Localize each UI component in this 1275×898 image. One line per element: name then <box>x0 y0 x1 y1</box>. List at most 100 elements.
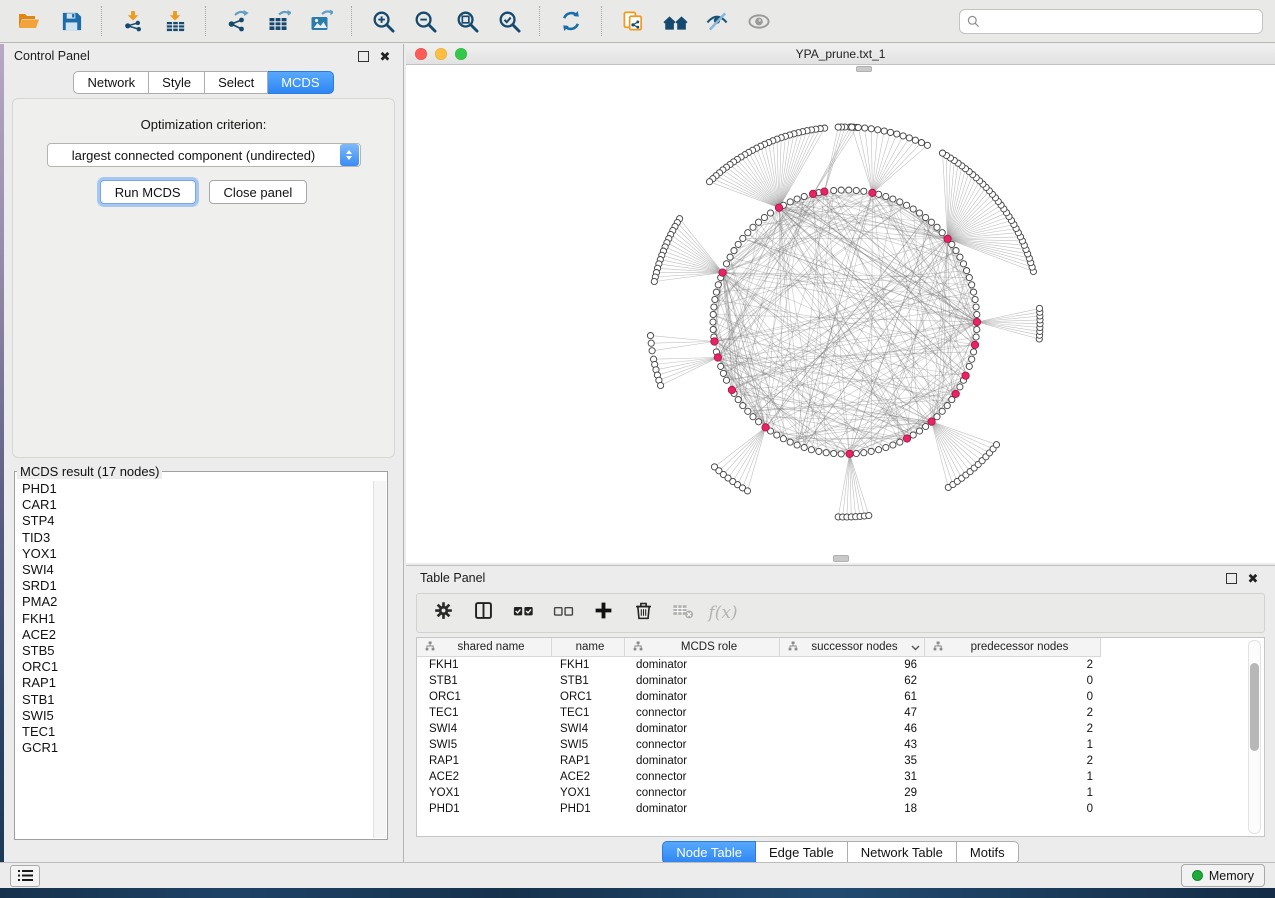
mcds-result-item[interactable]: TID3 <box>22 530 373 546</box>
criterion-dropdown[interactable]: largest connected component (undirected) <box>47 143 361 167</box>
mcds-result-item[interactable]: YOX1 <box>22 546 373 562</box>
zoom-fit-button[interactable] <box>449 4 485 38</box>
node-table[interactable]: shared name name MCDS role successor nodes p… <box>416 637 1265 837</box>
table-tab-network-table[interactable]: Network Table <box>848 841 957 864</box>
mcds-result-item[interactable]: TEC1 <box>22 724 373 740</box>
cell-successors: 43 <box>780 739 925 751</box>
add-column-button[interactable] <box>587 598 619 628</box>
cell-role: connector <box>625 771 780 783</box>
cell-name: YOX1 <box>552 787 625 799</box>
result-scrollbar[interactable] <box>373 481 386 838</box>
table-row[interactable]: SWI4SWI4dominator462 <box>417 721 1264 737</box>
control-panel: Control Panel ✖ NetworkStyleSelectMCDS O… <box>4 44 404 862</box>
column-header-successor-nodes[interactable]: successor nodes <box>780 638 925 656</box>
open-folder-button[interactable] <box>11 4 47 38</box>
table-scrollbar[interactable] <box>1248 640 1261 834</box>
table-row[interactable]: ACE2ACE2connector311 <box>417 769 1264 785</box>
mcds-result-item[interactable]: STB1 <box>22 692 373 708</box>
cell-role: dominator <box>625 675 780 687</box>
cell-predecessors: 2 <box>925 707 1101 719</box>
import-network-button[interactable] <box>115 4 151 38</box>
export-image-button[interactable] <box>303 4 339 38</box>
gear-button[interactable] <box>427 598 459 628</box>
zoom-fit-icon <box>456 10 479 33</box>
column-header-predecessor-nodes[interactable]: predecessor nodes <box>925 638 1101 656</box>
table-row[interactable]: RAP1RAP1dominator352 <box>417 753 1264 769</box>
close-panel-button[interactable]: ✖ <box>377 48 393 64</box>
table-tab-node-table[interactable]: Node Table <box>662 841 756 864</box>
column-header-label: name <box>560 641 620 653</box>
close-panel-action-button[interactable]: Close panel <box>209 180 308 204</box>
task-history-button[interactable] <box>10 865 40 887</box>
mcds-result-item[interactable]: ACE2 <box>22 627 373 643</box>
cell-role: dominator <box>625 755 780 767</box>
network-graph[interactable] <box>406 65 1275 563</box>
mcds-result-item[interactable]: SWI4 <box>22 562 373 578</box>
mcds-result-item[interactable]: RAP1 <box>22 675 373 691</box>
cell-shared_name: STB1 <box>417 675 552 687</box>
clone-network-button[interactable] <box>615 4 651 38</box>
tab-network[interactable]: Network <box>73 71 149 94</box>
mcds-result-item[interactable]: CAR1 <box>22 497 373 513</box>
cell-shared_name: ORC1 <box>417 691 552 703</box>
search-input[interactable] <box>985 13 1255 29</box>
table-row[interactable]: STB1STB1dominator620 <box>417 673 1264 689</box>
float-table-panel-button[interactable] <box>1223 570 1239 586</box>
mcds-result-item[interactable]: SRD1 <box>22 578 373 594</box>
export-network-button[interactable] <box>219 4 255 38</box>
float-panel-button[interactable] <box>355 48 371 64</box>
mcds-result-item[interactable]: GCR1 <box>22 740 373 756</box>
show-all-button[interactable] <box>741 4 777 38</box>
table-row[interactable]: ORC1ORC1dominator610 <box>417 689 1264 705</box>
refresh-view-button[interactable] <box>553 4 589 38</box>
column-header-name[interactable]: name <box>552 638 625 656</box>
table-row[interactable]: SWI5SWI5connector431 <box>417 737 1264 753</box>
column-header-label: successor nodes <box>798 641 911 653</box>
mcds-result-item[interactable]: ORC1 <box>22 659 373 675</box>
table-row[interactable]: YOX1YOX1connector291 <box>417 785 1264 801</box>
table-row[interactable]: FKH1FKH1dominator962 <box>417 657 1264 673</box>
tab-style[interactable]: Style <box>149 71 205 94</box>
delete-column-button[interactable] <box>627 598 659 628</box>
column-header-label: shared name <box>435 641 547 653</box>
export-table-button[interactable] <box>261 4 297 38</box>
table-row[interactable]: PHD1PHD1dominator180 <box>417 801 1264 817</box>
column-header-shared-name[interactable]: shared name <box>417 638 552 656</box>
hide-selected-button[interactable] <box>699 4 735 38</box>
column-header-MCDS-role[interactable]: MCDS role <box>625 638 780 656</box>
zoom-in-button[interactable] <box>365 4 401 38</box>
splitter-grip[interactable] <box>833 555 849 562</box>
mcds-result-item[interactable]: PMA2 <box>22 594 373 610</box>
zoom-out-icon <box>414 10 437 33</box>
network-canvas[interactable] <box>406 65 1275 563</box>
search-box[interactable] <box>959 9 1263 34</box>
mcds-result-list[interactable]: PHD1CAR1STP4TID3YOX1SWI4SRD1PMA2FKH1ACE2… <box>15 481 373 839</box>
table-scrollbar-thumb[interactable] <box>1250 663 1259 751</box>
tab-mcds[interactable]: MCDS <box>268 71 333 94</box>
mcds-result-item[interactable]: FKH1 <box>22 611 373 627</box>
first-neighbors-button[interactable] <box>657 4 693 38</box>
desktop-wallpaper-bottom <box>0 888 1275 898</box>
table-tab-motifs[interactable]: Motifs <box>957 841 1019 864</box>
import-table-button[interactable] <box>157 4 193 38</box>
tab-select[interactable]: Select <box>205 71 268 94</box>
mcds-result-item[interactable]: STB5 <box>22 643 373 659</box>
cell-successors: 29 <box>780 787 925 799</box>
column-type-icon <box>933 638 943 656</box>
zoom-selected-button[interactable] <box>491 4 527 38</box>
run-mcds-button[interactable]: Run MCDS <box>100 180 196 204</box>
close-table-panel-button[interactable]: ✖ <box>1245 570 1261 586</box>
splitter-grip-top[interactable] <box>856 66 872 72</box>
table-tab-edge-table[interactable]: Edge Table <box>756 841 848 864</box>
mcds-result-item[interactable]: STP4 <box>22 513 373 529</box>
zoom-in-icon <box>372 10 395 33</box>
memory-button[interactable]: Memory <box>1181 864 1265 887</box>
zoom-out-button[interactable] <box>407 4 443 38</box>
mcds-result-item[interactable]: PHD1 <box>22 481 373 497</box>
table-row[interactable]: TEC1TEC1connector472 <box>417 705 1264 721</box>
mcds-result-item[interactable]: SWI5 <box>22 708 373 724</box>
split-view-button[interactable] <box>467 598 499 628</box>
unselect-columns-button[interactable] <box>547 598 579 628</box>
save-session-button[interactable] <box>53 4 89 38</box>
select-all-columns-button[interactable] <box>507 598 539 628</box>
